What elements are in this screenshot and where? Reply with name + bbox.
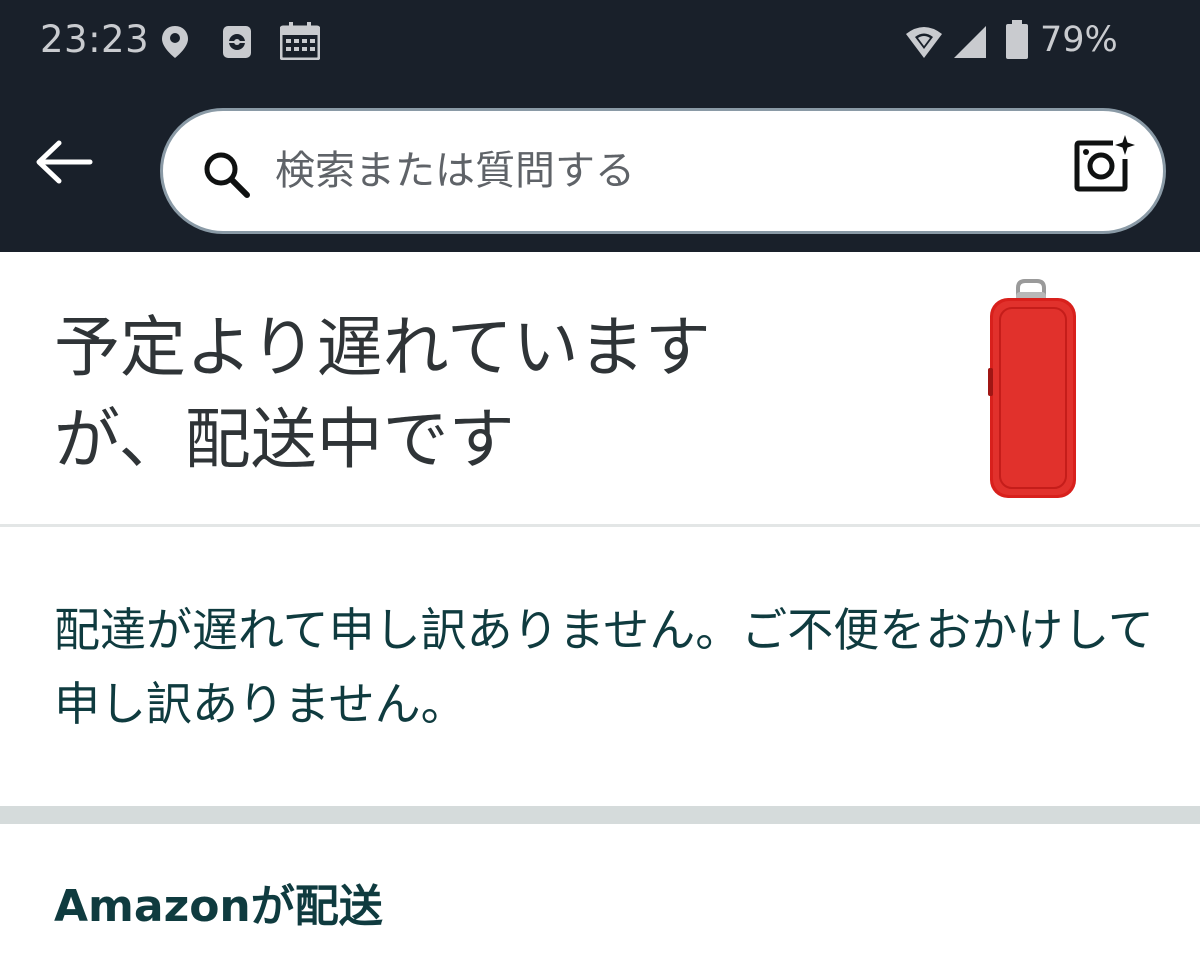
camera-search-icon[interactable] xyxy=(1073,133,1137,201)
battery-icon xyxy=(1005,20,1029,64)
wifi-icon xyxy=(904,24,944,64)
back-button[interactable] xyxy=(26,126,102,202)
location-icon xyxy=(160,24,190,64)
delay-message-section: 配達が遅れて申し訳ありません。ご不便をおかけして申し訳ありません。 xyxy=(0,527,1200,807)
product-image[interactable] xyxy=(978,278,1086,504)
page-title: 予定より遅れています が、配送中です xyxy=(54,302,834,486)
cellular-signal-icon xyxy=(952,24,988,64)
battery-percentage: 79% xyxy=(1040,20,1118,60)
calendar-icon xyxy=(279,22,321,64)
apology-message: 配達が遅れて申し訳ありません。ご不便をおかけして申し訳ありません。 xyxy=(54,603,1154,731)
app-header xyxy=(0,86,1200,252)
status-bar: 23:23 79% xyxy=(0,0,1200,86)
status-time: 23:23 xyxy=(40,18,150,61)
title-line-1: 予定より遅れています xyxy=(54,309,711,386)
carrier-section: Amazonが配送 xyxy=(0,824,1200,959)
search-bar[interactable] xyxy=(160,108,1166,234)
carrier-label: Amazonが配送 xyxy=(54,881,383,932)
section-separator xyxy=(0,806,1200,824)
shipment-status-section: 予定より遅れています が、配送中です xyxy=(0,252,1200,524)
search-input[interactable] xyxy=(275,137,1035,205)
search-icon xyxy=(201,149,253,205)
title-line-2: が、配送中です xyxy=(54,401,515,478)
app-notification-icon xyxy=(222,25,252,63)
back-arrow-icon xyxy=(35,140,93,188)
